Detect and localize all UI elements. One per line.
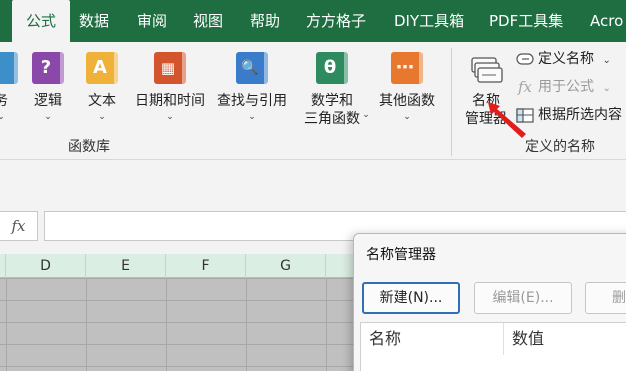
chevron-down-icon: ⌄ [166,112,174,122]
define-name-button[interactable]: 定义名称 ⌄ [516,48,611,72]
tab-view[interactable]: 视图 [193,0,223,42]
date-time-button[interactable]: ▦ 日期和时间 ⌄ [130,50,210,130]
financial-book-icon [0,52,18,84]
new-name-button[interactable]: 新建(N)... [362,282,460,314]
tab-diy-toolbox[interactable]: DIY工具箱 [394,0,464,42]
math-trig-button[interactable]: θ 数学和 三角函数 ⌄ [294,50,370,134]
tab-data[interactable]: 数据 [79,0,109,42]
function-library-group-label: 函数库 [68,139,110,155]
group-separator [451,48,452,156]
use-in-formula-button[interactable]: fx 用于公式 ⌄ [516,76,611,100]
name-manager-dialog: 名称管理器 新建(N)... 编辑(E)... 删 名称 数值 [353,233,626,371]
create-from-selection-button[interactable]: 根据所选内容 [516,104,622,128]
define-name-icon [516,53,534,65]
delete-name-button[interactable]: 删 [585,282,626,314]
fx-icon: fx [11,217,26,235]
names-list[interactable]: 名称 数值 [360,322,626,371]
chevron-down-icon: ⌄ [248,112,256,122]
create-from-selection-icon [516,108,534,123]
date-time-book-icon: ▦ [154,52,186,84]
column-header-d[interactable]: D [6,254,86,278]
chevron-down-icon: ⌄ [44,112,52,122]
list-header-value[interactable]: 数值 [504,323,626,355]
column-header-g[interactable]: G [246,254,326,278]
defined-names-group-label: 定义的名称 [525,139,595,155]
lookup-reference-button[interactable]: 🔍 查找与引用 ⌄ [212,50,292,130]
more-functions-button[interactable]: ⋯ 其他函数 ⌄ [374,50,440,130]
column-header-e[interactable]: E [86,254,166,278]
tab-formulas[interactable]: 公式 [12,0,71,42]
more-functions-book-icon: ⋯ [391,52,423,84]
chevron-down-icon: ⌄ [403,112,411,122]
chevron-down-icon: ⌄ [98,112,106,122]
tab-acrobat[interactable]: Acro [590,0,623,42]
text-book-icon: A [86,52,118,84]
chevron-down-icon: ⌄ [602,83,611,94]
fx-icon: fx [517,78,532,96]
lookup-reference-book-icon: 🔍 [236,52,268,84]
text-button[interactable]: A 文本 ⌄ [82,50,122,130]
edit-name-button[interactable]: 编辑(E)... [474,282,572,314]
chevron-down-icon: ⌄ [362,110,370,120]
dialog-title: 名称管理器 [366,247,436,263]
tab-fangfang-gezi[interactable]: 方方格子 [306,0,366,42]
logical-button[interactable]: ? 逻辑 ⌄ [28,50,68,130]
logical-book-icon: ? [32,52,64,84]
tab-help[interactable]: 帮助 [250,0,280,42]
name-manager-icon [471,57,503,83]
math-trig-book-icon: θ [316,52,348,84]
insert-function-button[interactable]: fx [0,211,38,241]
chevron-down-icon: ⌄ [602,55,611,66]
tab-pdf-tools[interactable]: PDF工具集 [489,0,563,42]
chevron-down-icon: ⌄ [0,112,5,122]
financial-button[interactable]: 务 ⌄ [0,50,18,130]
column-header-f[interactable]: F [166,254,246,278]
ribbon-tab-bar: 公式 数据 审阅 视图 帮助 方方格子 DIY工具箱 PDF工具集 Acro [0,0,626,42]
list-header-name[interactable]: 名称 [361,323,504,355]
tab-review[interactable]: 审阅 [137,0,167,42]
